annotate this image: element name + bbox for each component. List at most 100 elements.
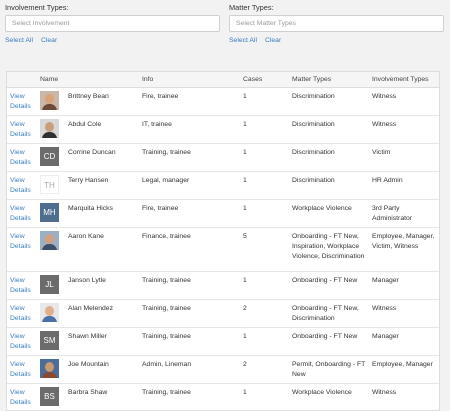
person-name: Corrine Duncan [68, 148, 116, 156]
involvement-types-cell: Employee, Manager, Victim, Witness [370, 227, 439, 272]
involvement-types-cell: 3rd Party Administrator [370, 199, 439, 228]
view-details-link[interactable]: View Details [10, 148, 36, 168]
person-name: Barbra Shaw [68, 388, 108, 396]
table-row: View Details MH Marquita Hicks Fire, trai… [7, 199, 439, 228]
cases-cell: 1 [241, 383, 290, 410]
header-involvement-types[interactable]: Involvement Types [370, 72, 439, 88]
matter-types-cell: Onboarding - FT New [290, 327, 370, 356]
header-cases[interactable]: Cases [241, 72, 290, 88]
cases-cell: 1 [241, 115, 290, 144]
table-row: View Details Brittney Bean Fire, trainee … [7, 87, 439, 116]
person-name: Brittney Bean [68, 92, 109, 100]
info-cell: Finance, trainee [140, 227, 241, 272]
avatar: MH [40, 202, 59, 222]
involvement-types-cell: Victim [370, 143, 439, 172]
table-row: View Details Joe Mountain Admin, Lineman … [7, 355, 439, 384]
table-row: View Details TH Terry Hansen Legal, manag… [7, 171, 439, 200]
view-details-link[interactable]: View Details [10, 232, 36, 252]
avatar: JL [40, 274, 59, 294]
table-row: View Details CD Corrine Duncan Training, … [7, 143, 439, 172]
name-cell: CD Corrine Duncan [38, 143, 140, 172]
view-details-link[interactable]: View Details [10, 204, 36, 224]
involvement-select[interactable]: Select Involvement [5, 15, 220, 32]
table-row: View Details Abdul Cole IT, trainee 1 Dis… [7, 115, 439, 144]
cases-cell: 1 [241, 271, 290, 300]
info-cell: Training, trainee [140, 383, 241, 410]
matter-types-cell: Onboarding - FT New [290, 271, 370, 300]
matter-types-cell: Workplace Violence [290, 383, 370, 410]
person-name: Shawn Miller [68, 332, 107, 340]
info-cell: Fire, trainee [140, 87, 241, 116]
view-details-cell: View Details [7, 327, 38, 356]
view-details-cell: View Details [7, 271, 38, 300]
view-details-link[interactable]: View Details [10, 388, 36, 408]
avatar: BS [40, 386, 59, 406]
involvement-types-cell: HR Admin [370, 171, 439, 200]
view-details-link[interactable]: View Details [10, 176, 36, 196]
involvement-clear-link[interactable]: Clear [41, 37, 57, 44]
view-details-cell: View Details [7, 227, 38, 272]
matter-select[interactable]: Select Matter Types [229, 15, 444, 32]
cases-cell: 1 [241, 87, 290, 116]
view-details-cell: View Details [7, 299, 38, 328]
matter-select-all-link[interactable]: Select All [229, 37, 257, 44]
person-name: Abdul Cole [68, 120, 102, 128]
name-cell: MH Marquita Hicks [38, 199, 140, 228]
header-info[interactable]: Info [140, 72, 241, 88]
avatar [40, 118, 59, 138]
info-cell: IT, trainee [140, 115, 241, 144]
view-details-link[interactable]: View Details [10, 332, 36, 352]
avatar [40, 358, 59, 378]
matter-filter-links: Select All Clear [229, 35, 444, 44]
view-details-link[interactable]: View Details [10, 92, 36, 112]
involvement-types-cell: Employee, Manager [370, 355, 439, 384]
info-cell: Training, trainee [140, 299, 241, 328]
matter-types-cell: Workplace Violence [290, 199, 370, 228]
involvement-types-cell: Manager [370, 271, 439, 300]
view-details-cell: View Details [7, 355, 38, 384]
involvement-filter-links: Select All Clear [5, 35, 220, 44]
info-cell: Fire, trainee [140, 199, 241, 228]
people-table: Name Info Cases Matter Types Involvement… [7, 72, 439, 410]
table-row: View Details Aaron Kane Finance, trainee … [7, 227, 439, 272]
involvement-filter: Involvement Types: Select Involvement Se… [5, 3, 220, 44]
avatar [40, 230, 59, 250]
table-row: View Details Alan Melendez Training, trai… [7, 299, 439, 328]
cases-cell: 2 [241, 299, 290, 328]
header-matter-types[interactable]: Matter Types [290, 72, 370, 88]
cases-cell: 2 [241, 355, 290, 384]
view-details-cell: View Details [7, 383, 38, 410]
view-details-link[interactable]: View Details [10, 360, 36, 380]
matter-types-cell: Discrimination [290, 115, 370, 144]
name-cell: Aaron Kane [38, 227, 140, 272]
involvement-types-cell: Witness [370, 115, 439, 144]
header-name[interactable]: Name [38, 72, 140, 88]
view-details-link[interactable]: View Details [10, 304, 36, 324]
info-cell: Legal, manager [140, 171, 241, 200]
table-row: View Details JL Janson Lytle Training, tr… [7, 271, 439, 300]
table-row: View Details SM Shawn Miller Training, tr… [7, 327, 439, 356]
matter-clear-link[interactable]: Clear [265, 37, 281, 44]
cases-cell: 1 [241, 199, 290, 228]
matter-types-cell: Discrimination [290, 87, 370, 116]
matter-types-cell: Discrimination [290, 171, 370, 200]
avatar: TH [40, 174, 59, 194]
view-details-link[interactable]: View Details [10, 276, 36, 296]
person-name: Alan Melendez [68, 304, 113, 312]
view-details-cell: View Details [7, 171, 38, 200]
involvement-types-cell: Witness [370, 299, 439, 328]
view-details-cell: View Details [7, 199, 38, 228]
people-table-container: Name Info Cases Matter Types Involvement… [6, 71, 440, 411]
involvement-select-all-link[interactable]: Select All [5, 37, 33, 44]
cases-cell: 5 [241, 227, 290, 272]
name-cell: Alan Melendez [38, 299, 140, 328]
info-cell: Training, trainee [140, 143, 241, 172]
person-name: Aaron Kane [68, 232, 104, 240]
cases-cell: 1 [241, 171, 290, 200]
table-row: View Details BS Barbra Shaw Training, tra… [7, 383, 439, 410]
view-details-link[interactable]: View Details [10, 120, 36, 140]
name-cell: TH Terry Hansen [38, 171, 140, 200]
involvement-types-cell: Witness [370, 87, 439, 116]
name-cell: Abdul Cole [38, 115, 140, 144]
matter-types-cell: Onboarding - FT New, Discrimination [290, 299, 370, 328]
